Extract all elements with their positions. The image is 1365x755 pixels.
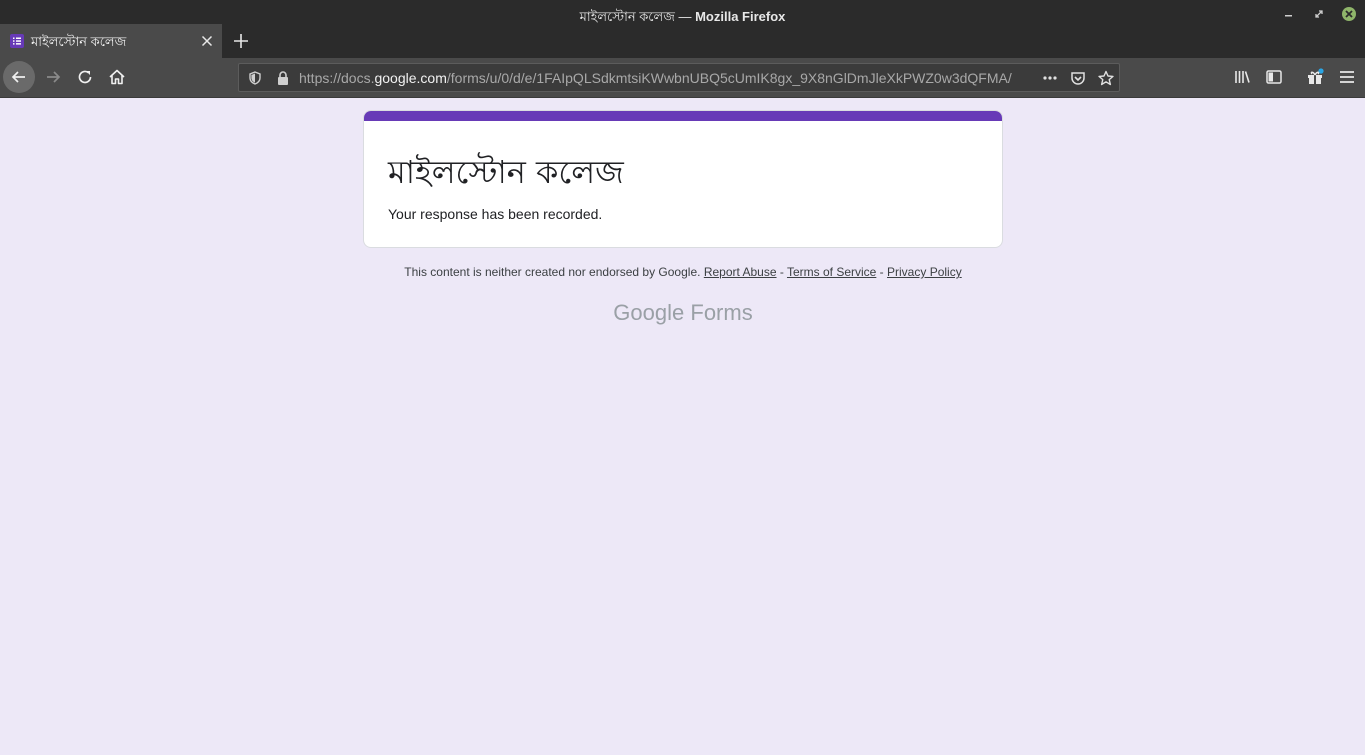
library-button[interactable]: [1227, 62, 1257, 92]
bookmark-star-icon[interactable]: [1098, 70, 1114, 86]
brand-google: Google: [613, 300, 685, 325]
library-icon: [1235, 71, 1250, 83]
form-confirmation-card: মাইলস্টোন কলেজ Your response has been re…: [363, 110, 1003, 248]
brand-forms: Forms: [690, 300, 753, 325]
footer-separator: -: [876, 265, 888, 279]
response-recorded-message: Your response has been recorded.: [388, 206, 603, 222]
gift-icon: [1308, 68, 1324, 84]
pocket-icon[interactable]: [1070, 70, 1086, 86]
url-path: /forms/u/0/d/e/1FAIpQLSdkmtsiKWwbnUBQ5cU…: [446, 70, 1012, 86]
privacy-policy-link[interactable]: Privacy Policy: [887, 265, 962, 279]
sidebar-button[interactable]: [1259, 62, 1289, 92]
google-forms-logo[interactable]: Google Forms: [363, 300, 1003, 326]
window-title-app: Mozilla Firefox: [695, 9, 786, 24]
back-button[interactable]: [3, 61, 35, 93]
hamburger-menu-icon: [1340, 71, 1354, 83]
form-accent-bar: [364, 111, 1002, 121]
back-arrow-icon: [11, 71, 25, 83]
app-menu-button[interactable]: [1332, 62, 1362, 92]
maximize-icon[interactable]: [1310, 5, 1328, 23]
reload-icon: [78, 70, 92, 84]
form-title: মাইলস্টোন কলেজ: [388, 153, 624, 191]
tab-strip: মাইলস্টোন কলেজ: [0, 24, 1365, 58]
page-actions-menu-icon[interactable]: [1042, 70, 1058, 86]
tab-active[interactable]: মাইলস্টোন কলেজ: [0, 24, 222, 58]
terms-of-service-link[interactable]: Terms of Service: [787, 265, 876, 279]
new-tab-icon[interactable]: [231, 31, 251, 51]
minimize-icon[interactable]: [1280, 5, 1298, 23]
report-abuse-link[interactable]: Report Abuse: [704, 265, 777, 279]
tab-label: মাইলস্টোন কলেজ: [31, 34, 127, 49]
url-host: google.com: [374, 70, 447, 86]
footer-separator: -: [776, 265, 787, 279]
whats-new-button[interactable]: [1300, 62, 1330, 92]
url-text[interactable]: https://docs.google.com/forms/u/0/d/e/1F…: [299, 70, 1037, 86]
footer-disclaimer: This content is neither created nor endo…: [404, 265, 701, 279]
address-bar[interactable]: https://docs.google.com/forms/u/0/d/e/1F…: [238, 63, 1120, 92]
navigation-toolbar: https://docs.google.com/forms/u/0/d/e/1F…: [0, 58, 1365, 98]
reload-button[interactable]: [70, 62, 100, 92]
home-button[interactable]: [102, 62, 132, 92]
url-scheme: https://docs.: [299, 70, 375, 86]
forward-button[interactable]: [38, 62, 68, 92]
close-tab-icon[interactable]: [199, 33, 215, 49]
lock-icon[interactable]: [275, 70, 291, 86]
sidebar-icon: [1266, 70, 1282, 84]
window-title-separator: —: [674, 9, 696, 24]
close-window-icon[interactable]: [1340, 5, 1358, 23]
window-title-page: মাইলস্টোন কলেজ: [579, 9, 675, 24]
home-icon: [109, 69, 125, 85]
tracking-protection-shield-icon[interactable]: [247, 70, 263, 86]
forms-list-icon: [10, 34, 24, 48]
form-footer: This content is neither created nor endo…: [363, 265, 1003, 279]
forward-arrow-icon: [47, 71, 61, 83]
